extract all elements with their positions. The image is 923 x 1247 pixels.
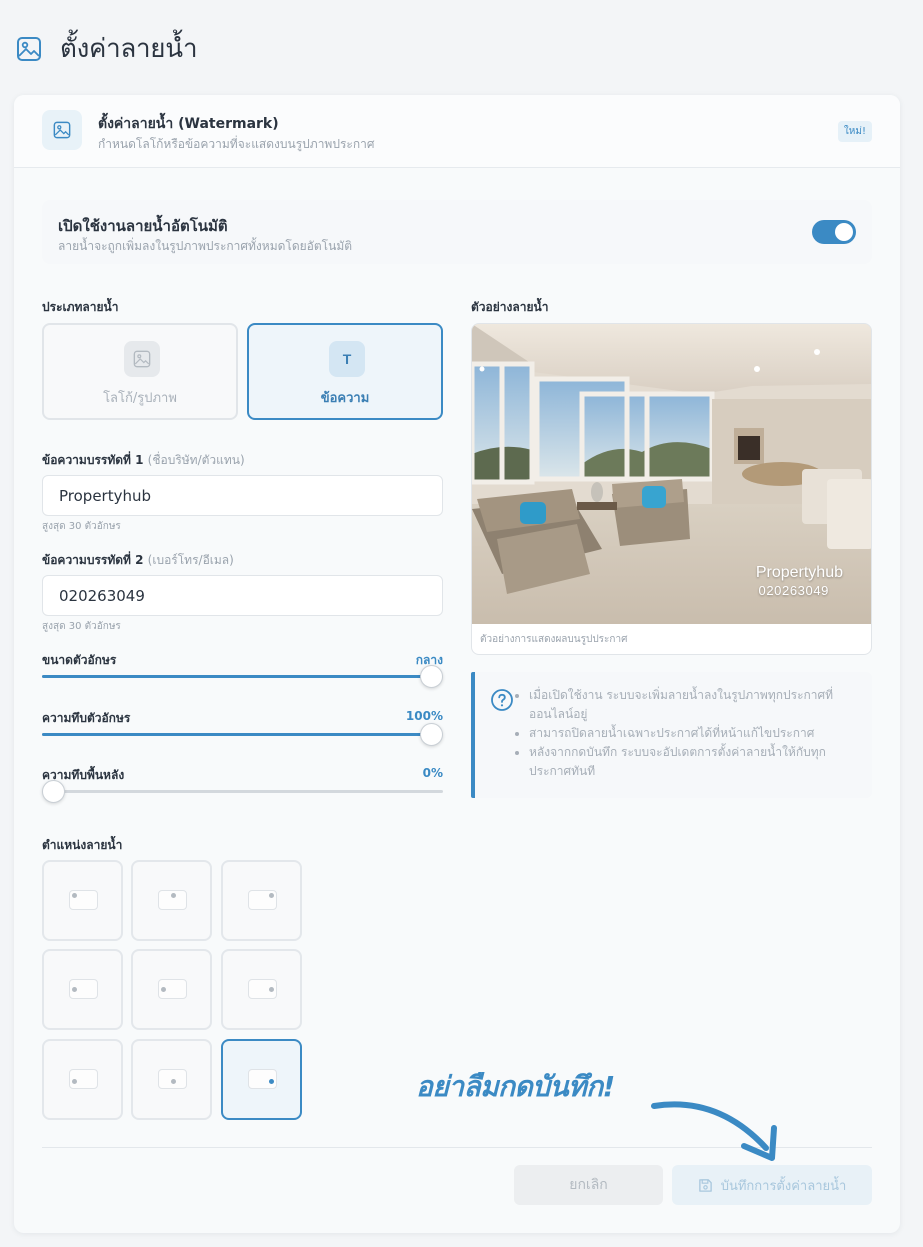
line2-label-text: ข้อความบรรทัดที่ 2 [42,553,144,567]
save-button[interactable]: บันทึกการตั้งค่าลายน้ำ [672,1165,872,1205]
preview-label: ตัวอย่างลายน้ำ [471,300,549,314]
card-title: ตั้งค่าลายน้ำ (Watermark) [98,116,279,132]
position-bottom-left[interactable] [42,1039,123,1120]
text-opacity-value: 100% [405,709,443,723]
preview-watermark-line2: 020263049 [758,583,829,598]
info-list: เมื่อเปิดใช้งาน ระบบจะเพิ่มลายน้ำลงในรูป… [529,686,864,781]
watermark-type-label: ประเภทลายน้ำ [42,300,119,314]
position-dot [269,1079,274,1084]
info-item: สามารถปิดลายน้ำเฉพาะประกาศได้ที่หน้าแก้ไ… [529,724,864,743]
type-option-logo-label: โลโก้/รูปภาพ [103,391,177,406]
save-reminder-annotation: อย่าลืมกดบันทึก! [416,1070,615,1103]
auto-watermark-switch[interactable] [812,220,856,244]
auto-watermark-toggle-row: เปิดใช้งานลายน้ำอัตโนมัติ ลายน้ำจะถูกเพิ… [42,200,872,264]
line1-label: ข้อความบรรทัดที่ 1 (ชื่อบริษัท/ตัวแทน) [42,451,245,470]
bg-opacity-track[interactable] [42,790,443,793]
position-dot [269,893,274,898]
line2-label: ข้อความบรรทัดที่ 2 (เบอร์โทร/อีเมล) [42,551,234,570]
line2-hint: (เบอร์โทร/อีเมล) [147,553,234,567]
font-size-thumb[interactable] [420,665,443,688]
text-opacity-label: ความทึบตัวอักษร [42,711,131,725]
position-bottom-center[interactable] [131,1039,212,1120]
card-subtitle: กำหนดโลโก้หรือข้อความที่จะแสดงบนรูปภาพปร… [98,137,375,151]
font-size-label: ขนาดตัวอักษร [42,653,117,667]
position-dot [171,1079,176,1084]
save-button-label: บันทึกการตั้งค่าลายน้ำ [720,1177,847,1193]
type-option-logo[interactable]: โลโก้/รูปภาพ [42,323,238,420]
line1-hint: (ชื่อบริษัท/ตัวแทน) [147,453,245,467]
line1-helper: สูงสุด 30 ตัวอักษร [42,521,121,532]
image-icon [53,121,71,139]
line2-helper: สูงสุด 30 ตัวอักษร [42,621,121,632]
page-title: ตั้งค่าลายน้ำ [60,34,198,64]
card-header-icon [42,110,82,150]
page-header: ตั้งค่าลายน้ำ [16,28,198,69]
info-item: หลังจากกดบันทึก ระบบจะอัปเดตการตั้งค่าลา… [529,743,864,781]
cancel-button[interactable]: ยกเลิก [514,1165,663,1205]
position-dot [161,987,166,992]
text-opacity-fill [42,733,431,736]
preview-caption: ตัวอย่างการแสดงผลบนรูปประกาศ [480,634,628,645]
type-option-logo-icon-box [124,341,160,377]
question-icon [491,689,513,711]
save-icon [698,1178,712,1192]
position-label: ตำแหน่งลายน้ำ [42,838,123,852]
switch-knob [835,223,853,241]
type-option-text[interactable]: T ข้อความ [247,323,443,420]
position-top-left[interactable] [42,860,123,941]
position-dot [72,1079,77,1084]
position-grid [42,860,302,1120]
line1-input[interactable]: Propertyhub [42,475,443,516]
position-dot [72,987,77,992]
text-opacity-track[interactable] [42,733,443,736]
info-item: เมื่อเปิดใช้งาน ระบบจะเพิ่มลายน้ำลงในรูป… [529,686,864,724]
watermark-preview: Propertyhub 020263049 ตัวอย่างการแสดงผลบ… [471,323,872,655]
position-top-center[interactable] [131,860,212,941]
position-dot [269,987,274,992]
bg-opacity-value: 0% [422,766,443,780]
position-middle-right[interactable] [221,949,302,1030]
curved-arrow-icon [651,1101,777,1161]
card-header: ตั้งค่าลายน้ำ (Watermark) กำหนดโลโก้หรือ… [14,95,900,168]
position-bottom-right[interactable] [221,1039,302,1120]
new-badge: ใหม่! [837,121,872,142]
bg-opacity-thumb[interactable] [42,780,65,803]
line2-value: 020263049 [59,586,145,605]
image-icon [133,350,151,368]
font-size-fill [42,675,431,678]
type-option-text-label: ข้อความ [320,391,370,406]
line2-input[interactable]: 020263049 [42,575,443,616]
text-icon-glyph: T [342,351,352,367]
position-dot [171,893,176,898]
line1-value: Propertyhub [59,486,152,505]
position-dot [72,893,77,898]
image-icon [17,36,41,61]
position-center[interactable] [131,949,212,1030]
font-size-track[interactable] [42,675,443,678]
auto-watermark-title: เปิดใช้งานลายน้ำอัตโนมัติ [58,217,228,235]
preview-watermark-line1: Propertyhub [755,564,843,581]
position-top-right[interactable] [221,860,302,941]
text-opacity-thumb[interactable] [420,723,443,746]
line1-label-text: ข้อความบรรทัดที่ 1 [42,453,144,467]
info-box: เมื่อเปิดใช้งาน ระบบจะเพิ่มลายน้ำลงในรูป… [471,672,872,798]
auto-watermark-subtitle: ลายน้ำจะถูกเพิ่มลงในรูปภาพประกาศทั้งหมดโ… [58,239,353,253]
text-icon: T [329,341,365,377]
position-middle-left[interactable] [42,949,123,1030]
